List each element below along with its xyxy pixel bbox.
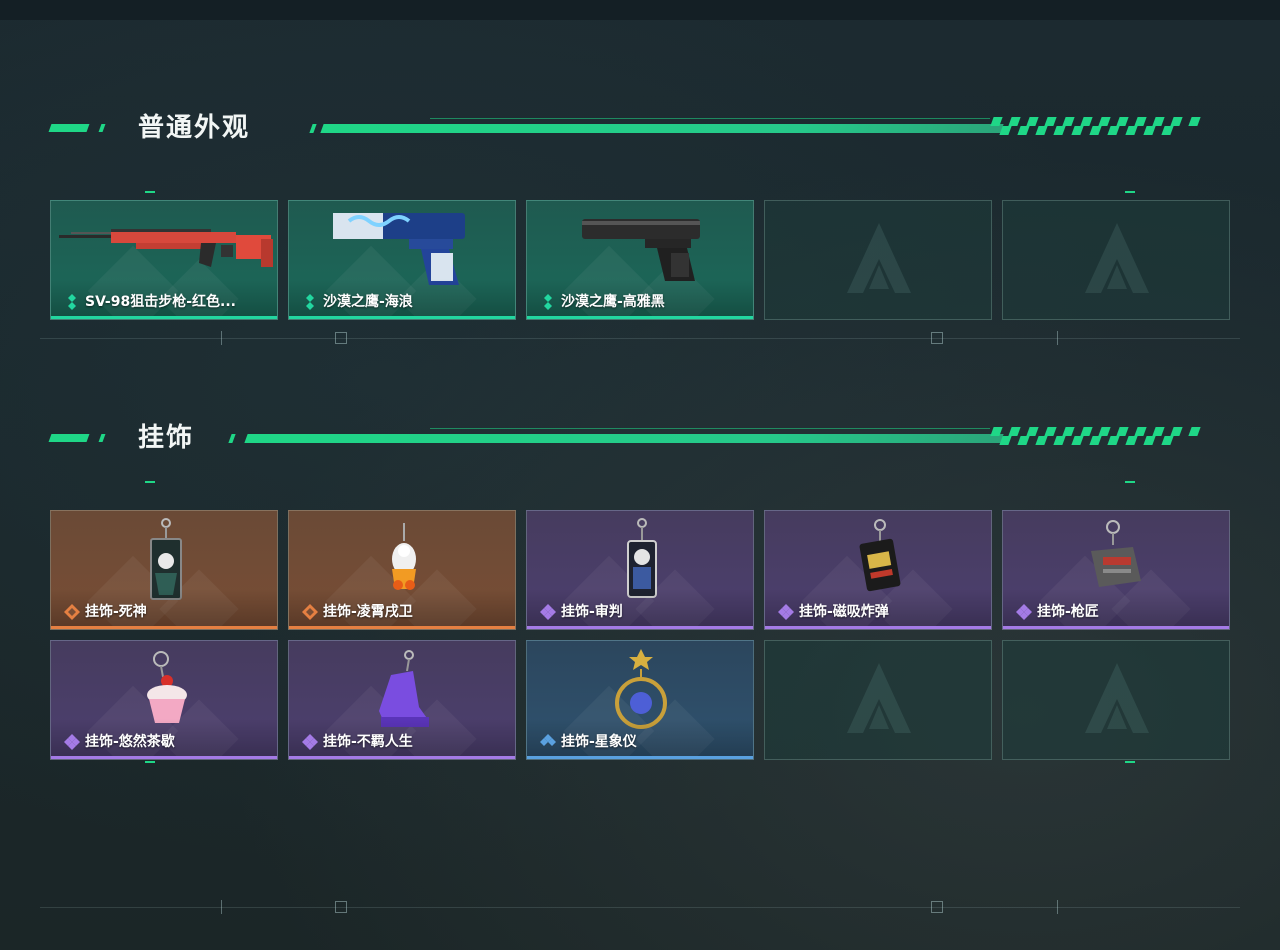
- item-name: 沙漠之鹰-海浪: [323, 294, 413, 310]
- header-stub: [98, 434, 106, 442]
- charm-card-sneaker[interactable]: 挂饰-不羁人生: [288, 640, 516, 760]
- section-title: 挂饰: [138, 423, 195, 453]
- charm-card-reaper[interactable]: 挂饰-死神: [50, 510, 278, 630]
- rarity-bar: [527, 316, 753, 319]
- rarity-bar: [51, 626, 277, 629]
- rarity-green-icon: [306, 294, 314, 310]
- rarity-bar: [51, 756, 277, 759]
- item-name: 挂饰-死神: [85, 604, 147, 620]
- item-name: 沙漠之鹰-高雅黑: [561, 294, 665, 310]
- rarity-orange-icon: [302, 604, 318, 620]
- corner-mark: [1125, 191, 1135, 193]
- section-header-skins: 普通外观: [48, 113, 1202, 143]
- placeholder-logo-icon: [1085, 663, 1149, 733]
- rarity-bar: [289, 316, 515, 319]
- rarity-bar: [527, 626, 753, 629]
- hud-tick: [1057, 900, 1058, 914]
- corner-mark: [145, 481, 155, 483]
- header-checker-pattern: [990, 115, 1202, 135]
- hud-divider: [40, 338, 1240, 339]
- charm-card-gunsmith[interactable]: 挂饰-枪匠: [1002, 510, 1230, 630]
- rarity-bar: [1003, 626, 1229, 629]
- rarity-purple-icon: [302, 734, 318, 750]
- header-thin-line: [430, 118, 990, 119]
- item-name: 挂饰-审判: [561, 604, 623, 620]
- item-name: SV-98狙击步枪-红色...: [85, 294, 236, 310]
- header-bar-start: [228, 434, 236, 443]
- placeholder-logo-icon: [847, 663, 911, 733]
- hud-square: [335, 332, 347, 344]
- header-bar: [244, 434, 1004, 443]
- corner-mark: [1125, 481, 1135, 483]
- hud-divider: [40, 907, 1240, 908]
- header-bar-start: [309, 124, 317, 133]
- corner-mark: [145, 761, 155, 763]
- header-stub: [48, 434, 90, 442]
- item-name: 挂饰-枪匠: [1037, 604, 1099, 620]
- header-bar: [320, 124, 1004, 133]
- rarity-bar: [765, 626, 991, 629]
- rarity-purple-icon: [64, 734, 80, 750]
- rarity-purple-icon: [1016, 604, 1032, 620]
- hud-tick: [221, 900, 222, 914]
- empty-slot: [1002, 640, 1230, 760]
- rarity-bar: [527, 756, 753, 759]
- rarity-purple-icon: [778, 604, 794, 620]
- corner-mark: [145, 191, 155, 193]
- header-thin-line: [430, 428, 990, 429]
- rarity-bar: [289, 756, 515, 759]
- skin-card-deagle-black[interactable]: 沙漠之鹰-高雅黑: [526, 200, 754, 320]
- rarity-green-icon: [544, 294, 552, 310]
- rarity-green-icon: [68, 294, 76, 310]
- top-bar: [0, 0, 1280, 20]
- placeholder-logo-icon: [1085, 223, 1149, 293]
- item-name: 挂饰-不羁人生: [323, 734, 413, 750]
- rarity-blue-icon: [540, 734, 556, 746]
- header-stub: [98, 124, 106, 132]
- empty-slot: [764, 640, 992, 760]
- item-name: 挂饰-磁吸炸弹: [799, 604, 889, 620]
- rarity-bar: [289, 626, 515, 629]
- charm-card-guard[interactable]: 挂饰-凌霄戌卫: [288, 510, 516, 630]
- hud-tick: [1057, 331, 1058, 345]
- charm-card-judgement[interactable]: 挂饰-审判: [526, 510, 754, 630]
- header-checker-pattern: [990, 425, 1202, 445]
- empty-slot: [764, 200, 992, 320]
- hud-square: [335, 901, 347, 913]
- section-title: 普通外观: [138, 113, 251, 143]
- item-name: 挂饰-悠然茶歇: [85, 734, 175, 750]
- header-stub: [48, 124, 90, 132]
- item-name: 挂饰-凌霄戌卫: [323, 604, 413, 620]
- charm-card-astrolabe[interactable]: 挂饰-星象仪: [526, 640, 754, 760]
- section-header-charms: 挂饰: [48, 423, 1202, 453]
- rarity-orange-icon: [64, 604, 80, 620]
- item-name: 挂饰-星象仪: [561, 734, 637, 750]
- rarity-bar: [51, 316, 277, 319]
- corner-mark: [1125, 761, 1135, 763]
- placeholder-logo-icon: [847, 223, 911, 293]
- charm-card-bomb[interactable]: 挂饰-磁吸炸弹: [764, 510, 992, 630]
- charm-card-cupcake[interactable]: 挂饰-悠然茶歇: [50, 640, 278, 760]
- empty-slot: [1002, 200, 1230, 320]
- hud-tick: [221, 331, 222, 345]
- skin-card-deagle-wave[interactable]: 沙漠之鹰-海浪: [288, 200, 516, 320]
- rarity-purple-icon: [540, 604, 556, 620]
- skin-card-sv98[interactable]: SV-98狙击步枪-红色...: [50, 200, 278, 320]
- hud-square: [931, 901, 943, 913]
- hud-square: [931, 332, 943, 344]
